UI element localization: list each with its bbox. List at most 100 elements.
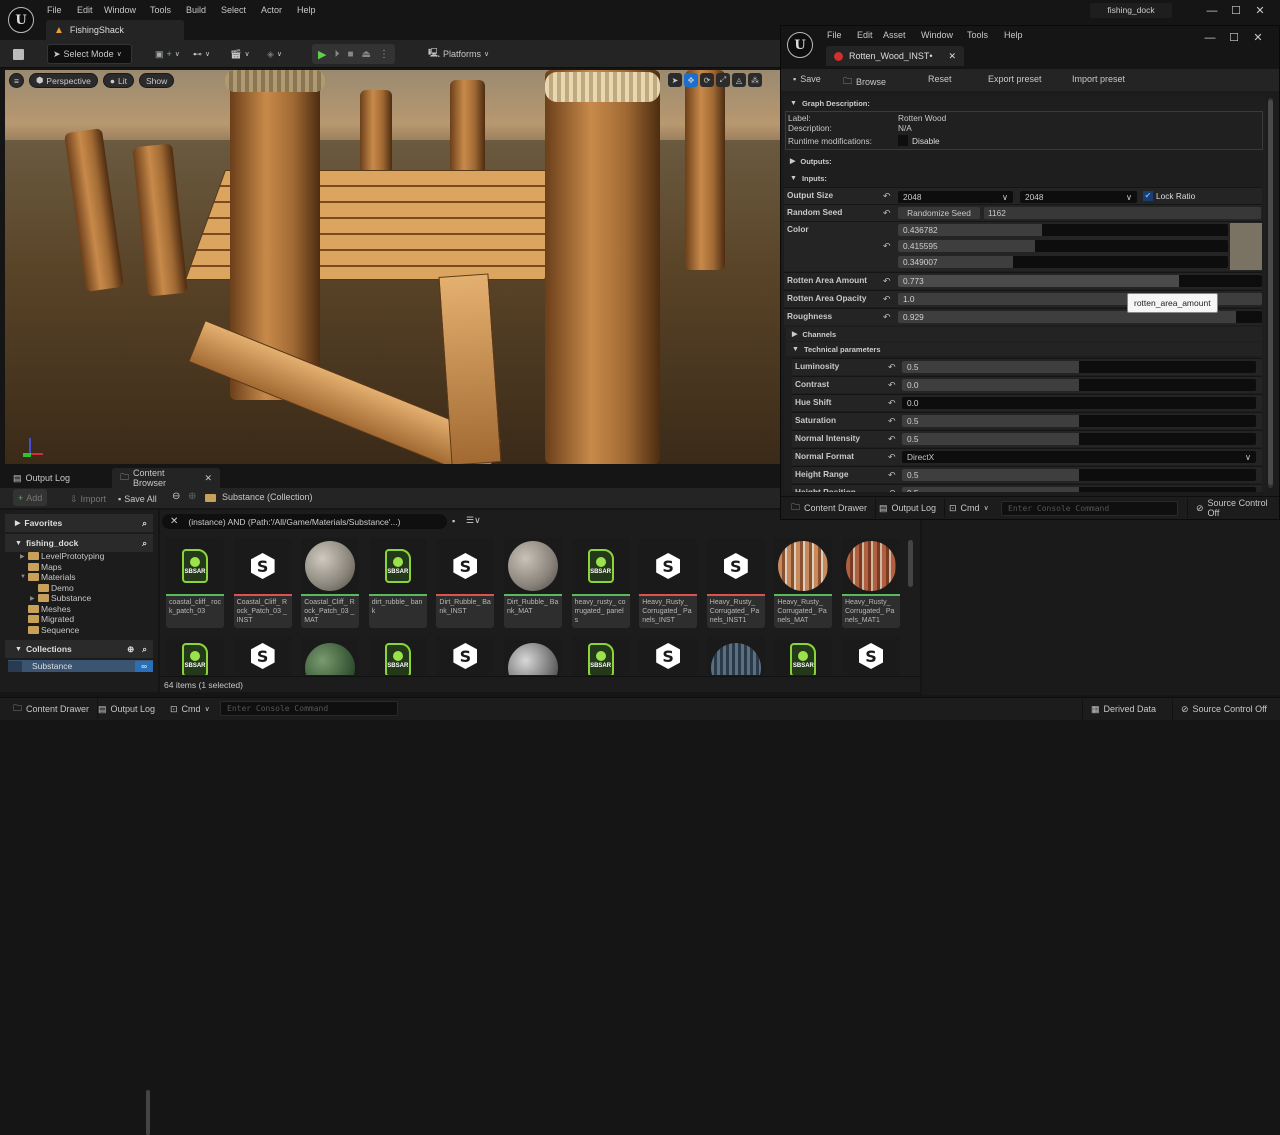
tree-arrow-icon[interactable]: ▼ <box>20 574 28 580</box>
console-input[interactable]: Enter Console Command <box>220 701 398 716</box>
save-button[interactable]: ▪ Save <box>793 74 821 84</box>
reset-arrow-icon[interactable]: ↶ <box>888 416 896 427</box>
search-icon[interactable]: ⌕ <box>142 538 147 549</box>
asset-tile[interactable]: Dirt_Rubble_ Bank_MAT <box>504 538 562 628</box>
select-tool-icon[interactable]: ➤ <box>668 73 682 87</box>
asset-tile[interactable]: S Heavy_Rusty_ Corrugated_ Panels_INST <box>639 538 698 628</box>
tab-output-log[interactable]: ▤ Output Log <box>5 468 105 488</box>
color-r-slider[interactable]: 0.436782 <box>898 224 1228 236</box>
asset-search-input[interactable]: ✕ (instance) AND (Path:'/All/Game/Materi… <box>162 514 447 529</box>
menu-window[interactable]: Window <box>104 5 150 15</box>
color-b-slider[interactable]: 0.349007 <box>898 256 1228 268</box>
more-options-icon[interactable]: ⋮ <box>379 49 389 60</box>
level-viewport[interactable]: ≡ ⬢ Perspective ● Lit Show ➤ ✥ ⟳ ⤢ ◬ ⁂ <box>5 70 780 464</box>
asset-tile[interactable]: S <box>639 637 698 675</box>
param-slider[interactable]: 0.5 <box>902 361 1256 373</box>
reset-arrow-icon[interactable]: ↶ <box>888 488 896 492</box>
menu-tools[interactable]: Tools <box>150 5 186 15</box>
source-control-button[interactable]: ⊘ Source Control Off <box>1187 498 1279 518</box>
param-slider[interactable]: 0.5 <box>902 433 1256 445</box>
collection-item-substance[interactable]: Substance ∞ <box>8 660 153 672</box>
folder-tree-item[interactable]: Meshes <box>20 604 145 615</box>
reset-arrow-icon[interactable]: ↶ <box>883 276 891 287</box>
param-slider[interactable]: 0.5 <box>902 487 1256 492</box>
asset-tile[interactable] <box>706 637 765 675</box>
asset-tile[interactable]: Heavy_Rusty_ Corrugated_ Panels_MAT <box>774 538 833 628</box>
menu-tools[interactable]: Tools <box>967 30 1004 40</box>
color-g-slider[interactable]: 0.415595 <box>898 240 1228 252</box>
tree-scrollbar[interactable] <box>146 1090 150 1135</box>
cmd-dropdown[interactable]: ⊡ Cmd ∨ <box>162 699 218 719</box>
channels-header[interactable]: ▶ Channels <box>786 327 1262 341</box>
move-tool-icon[interactable]: ✥ <box>684 73 698 87</box>
output-width-dropdown[interactable]: 2048 ∨ <box>898 191 1013 203</box>
reset-arrow-icon[interactable]: ↶ <box>883 191 891 202</box>
asset-tile[interactable]: SBSAR <box>368 637 427 675</box>
folder-tree-item[interactable]: Demo <box>20 583 145 594</box>
reset-arrow-icon[interactable]: ↶ <box>883 241 891 252</box>
folder-tree-item[interactable]: ▶ Substance <box>20 593 145 604</box>
asset-tile[interactable]: S <box>233 637 292 675</box>
inputs-header[interactable]: ▼ Inputs: <box>784 171 827 185</box>
blueprint-button[interactable]: ⊷ ∨ <box>188 44 215 64</box>
reset-arrow-icon[interactable]: ↶ <box>888 434 896 445</box>
eject-button[interactable]: ⏏ <box>362 49 371 60</box>
lit-button[interactable]: ● Lit <box>102 73 134 88</box>
rotten-area-amount-slider[interactable]: 0.773 <box>898 275 1262 287</box>
output-log-button[interactable]: ▤ Output Log <box>90 699 163 719</box>
menu-edit[interactable]: Edit <box>857 30 883 40</box>
lock-ratio-checkbox[interactable]: ✔ <box>1143 191 1153 201</box>
technical-parameters-header[interactable]: ▼ Technical parameters <box>786 342 1262 356</box>
asset-tile[interactable]: SBSAR coastal_cliff_ rock_patch_03 <box>166 538 224 628</box>
asset-tile[interactable]: SBSAR heavy_rusty_ corrugated_ panels <box>571 538 630 628</box>
level-tab[interactable]: ▲ FishingShack <box>46 20 184 40</box>
reset-arrow-icon[interactable]: ↶ <box>883 312 891 323</box>
asset-tile[interactable]: Coastal_Cliff_ Rock_Patch_03 _MAT <box>301 538 360 628</box>
folder-tree-item[interactable]: Migrated <box>20 614 145 625</box>
cmd-dropdown[interactable]: ⊡ Cmd ∨ <box>941 498 997 518</box>
random-seed-input[interactable]: 1162 <box>984 207 1261 219</box>
import-preset-button[interactable]: Import preset <box>1072 74 1125 84</box>
asset-scrollbar[interactable] <box>908 540 913 587</box>
param-slider[interactable]: 0.5 <box>902 415 1256 427</box>
output-log-button[interactable]: ▤ Output Log <box>871 498 946 518</box>
folder-tree-item[interactable]: Sequence <box>20 625 145 636</box>
save-all-button[interactable]: ▪ Save All <box>113 489 162 509</box>
menu-file[interactable]: File <box>47 5 77 15</box>
rotate-tool-icon[interactable]: ⟳ <box>700 73 714 87</box>
maximize-button[interactable]: ☐ <box>1222 31 1246 44</box>
back-icon[interactable]: ⊖ <box>172 491 180 502</box>
minimize-button[interactable]: — <box>1200 5 1224 17</box>
menu-window[interactable]: Window <box>921 30 967 40</box>
menu-help[interactable]: Help <box>297 5 327 15</box>
tab-content-browser[interactable]: 🗀 Content Browser ✕ <box>112 468 220 488</box>
scale-tool-icon[interactable]: ⤢ <box>716 73 730 87</box>
reset-arrow-icon[interactable]: ↶ <box>888 470 896 481</box>
reset-button[interactable]: Reset <box>928 74 952 84</box>
menu-edit[interactable]: Edit <box>77 5 104 15</box>
cinematics-button[interactable]: 🎬︎ ∨ <box>225 44 255 64</box>
details-scrollbar[interactable] <box>1268 100 1273 485</box>
asset-tile[interactable] <box>301 637 360 675</box>
menu-actor[interactable]: Actor <box>261 5 297 15</box>
outputs-header[interactable]: ▶ Outputs: <box>784 154 832 168</box>
folder-tree-item[interactable]: ▼ Materials <box>20 572 145 583</box>
tree-arrow-icon[interactable]: ▶ <box>20 553 28 560</box>
add-actor-button[interactable]: ▣ + ∨ <box>150 44 185 64</box>
color-swatch[interactable] <box>1230 223 1262 270</box>
menu-build[interactable]: Build <box>186 5 221 15</box>
reset-arrow-icon[interactable]: ↶ <box>888 452 896 463</box>
forward-icon[interactable]: ⊕ <box>188 491 196 502</box>
runtime-checkbox[interactable] <box>898 135 908 146</box>
close-button[interactable]: ✕ <box>1246 31 1270 44</box>
asset-tile[interactable]: S <box>436 637 495 675</box>
output-height-dropdown[interactable]: 2048 ∨ <box>1020 191 1137 203</box>
menu-file[interactable]: File <box>827 30 857 40</box>
normal-format-dropdown[interactable]: DirectX ∨ <box>902 451 1256 463</box>
asset-tile[interactable]: S Dirt_Rubble_ Bank_INST <box>436 538 495 628</box>
content-drawer-button[interactable]: 🗀 Content Drawer <box>783 498 877 518</box>
unreal-logo-icon[interactable]: U <box>8 7 34 33</box>
select-mode-dropdown[interactable]: ➤ Select Mode ∨ <box>47 44 132 64</box>
asset-tile[interactable]: SBSAR <box>571 637 630 675</box>
reset-arrow-icon[interactable]: ↶ <box>883 294 891 305</box>
